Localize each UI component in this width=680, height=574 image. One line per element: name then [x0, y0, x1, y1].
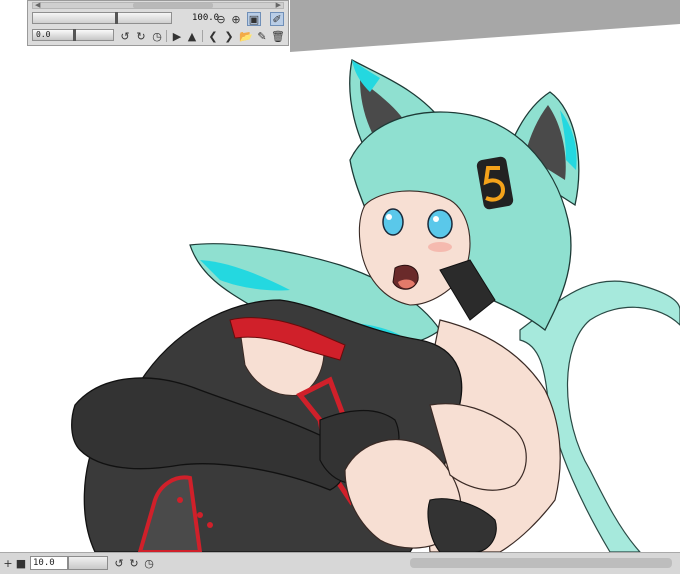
palette-scrollbar[interactable]: ◀ ▶ — [32, 1, 284, 9]
zoom-in-icon[interactable]: ⊕ — [229, 12, 243, 26]
zoom-slider-knob[interactable] — [115, 12, 118, 24]
reset-rotation-icon[interactable]: ◷ — [143, 556, 155, 570]
right-eye — [427, 209, 453, 239]
drawing-canvas[interactable] — [0, 0, 680, 574]
rotate-left-icon[interactable]: ↺ — [118, 29, 132, 43]
flip-vertical-icon[interactable]: ▲ — [185, 29, 199, 43]
zoom-out-icon[interactable]: ⊖ — [214, 12, 228, 26]
trash-icon[interactable]: 🗑 — [271, 29, 285, 43]
scroll-left-icon[interactable]: ◀ — [35, 1, 40, 9]
left-eye — [382, 208, 404, 236]
suit-button — [177, 497, 183, 503]
rotation-value[interactable]: 0.0 — [36, 30, 50, 39]
chevron-right-icon[interactable]: ❯ — [222, 29, 236, 43]
navigator-palette: ◀ ▶ 100.0 ⊖ ⊕ ▣ ✐ 0.0 ↺ ↻ ◷ ▶ ▲ ❮ ❯ 📂 ✎ … — [27, 0, 289, 46]
flip-horizontal-icon[interactable]: ▶ — [170, 29, 184, 43]
plus-icon[interactable]: + — [2, 556, 14, 570]
right-eye-highlight — [433, 216, 439, 222]
rotate-right-icon[interactable]: ↻ — [134, 29, 148, 43]
blush — [428, 242, 452, 252]
rotate-right-icon[interactable]: ↻ — [128, 556, 140, 570]
bottom-zoom-field[interactable]: 10.0 — [30, 556, 68, 570]
scroll-thumb[interactable] — [133, 3, 213, 8]
separator — [166, 30, 167, 42]
square-icon[interactable]: ■ — [15, 556, 27, 570]
suit-button — [197, 512, 203, 518]
separator — [202, 30, 203, 42]
left-eye-highlight — [386, 214, 392, 220]
status-bar: + ■ 10.0 ↺ ↻ ◷ — [0, 552, 680, 574]
suit-button — [207, 522, 213, 528]
bottom-zoom-slider[interactable] — [68, 556, 108, 570]
rotate-left-icon[interactable]: ↺ — [113, 556, 125, 570]
zoom-slider[interactable] — [32, 12, 172, 24]
horizontal-scrollbar[interactable] — [410, 558, 672, 568]
rotation-slider[interactable]: 0.0 — [32, 29, 114, 41]
folder-open-icon[interactable]: 📂 — [239, 29, 253, 43]
reset-rotation-icon[interactable]: ◷ — [150, 29, 164, 43]
eyedropper-icon[interactable]: ✐ — [270, 12, 284, 26]
new-file-icon[interactable]: ✎ — [255, 29, 269, 43]
rotation-slider-knob[interactable] — [73, 29, 76, 41]
scroll-right-icon[interactable]: ▶ — [276, 1, 281, 9]
fit-window-icon[interactable]: ▣ — [247, 12, 261, 26]
chevron-left-icon[interactable]: ❮ — [206, 29, 220, 43]
